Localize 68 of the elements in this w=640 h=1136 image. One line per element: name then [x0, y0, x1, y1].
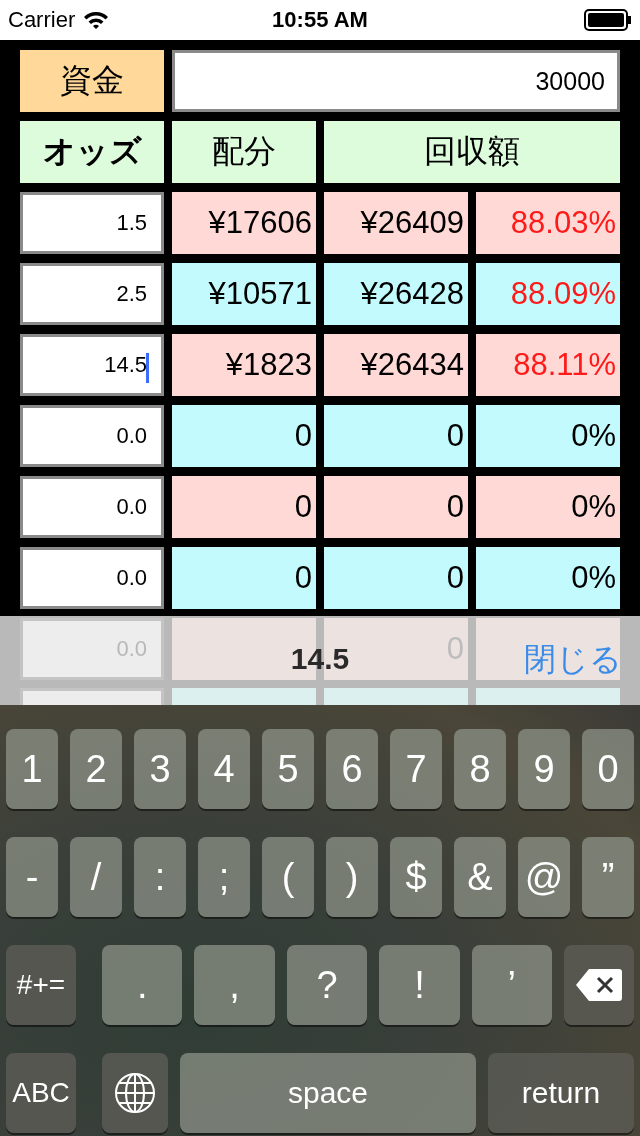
keyboard-key[interactable]: 4 — [198, 729, 250, 809]
keyboard-key[interactable]: 8 — [454, 729, 506, 809]
keyboard-key[interactable]: $ — [390, 837, 442, 917]
keyboard-key[interactable]: 6 — [326, 729, 378, 809]
keyboard-key[interactable]: ” — [582, 837, 634, 917]
column-header: 配分 — [172, 121, 316, 183]
keyboard-key[interactable]: 9 — [518, 729, 570, 809]
keyboard-key[interactable]: - — [6, 837, 58, 917]
share-cell: ¥17606 — [172, 192, 316, 254]
keyboard-key[interactable]: 0 — [582, 729, 634, 809]
funds-input-field[interactable]: 30000 — [172, 50, 620, 112]
keyboard-key[interactable]: ’ — [471, 945, 553, 1025]
mode-key[interactable]: #+= — [6, 945, 76, 1025]
keyboard-key[interactable]: . — [102, 945, 183, 1025]
return-cell: 0 — [324, 547, 468, 609]
return-cell: 0 — [324, 405, 468, 467]
backspace-icon — [575, 968, 624, 1002]
keyboard-key[interactable]: 5 — [262, 729, 314, 809]
return-cell: ¥26409 — [324, 192, 468, 254]
mode-key[interactable]: ABC — [6, 1053, 76, 1133]
keyboard-key[interactable]: @ — [518, 837, 570, 917]
wifi-icon — [83, 10, 110, 30]
keyboard-key[interactable]: ? — [286, 945, 368, 1025]
delete-key[interactable] — [564, 945, 635, 1025]
keyboard-key[interactable]: ) — [326, 837, 378, 917]
keyboard-key[interactable]: & — [454, 837, 506, 917]
keyboard-key[interactable]: 7 — [390, 729, 442, 809]
globe-icon — [114, 1072, 156, 1114]
rate-cell: 88.11% — [476, 334, 620, 396]
battery-icon — [584, 9, 632, 31]
column-header: 回収額 — [324, 121, 620, 183]
rate-cell: 0% — [476, 476, 620, 538]
globe-key[interactable] — [102, 1053, 168, 1133]
keyboard-key[interactable]: / — [70, 837, 122, 917]
clock-time: 10:55 AM — [272, 7, 368, 33]
odds-input-field[interactable]: 0.0 — [20, 476, 164, 538]
keyboard-key[interactable]: ! — [379, 945, 460, 1025]
current-value: 14.5 — [290, 642, 350, 676]
share-cell: 0 — [172, 476, 316, 538]
rate-cell: 88.03% — [476, 192, 620, 254]
odds-input-field[interactable]: 0.0 — [20, 547, 164, 609]
odds-input-field[interactable]: 1.5 — [20, 192, 164, 254]
rate-cell: 0% — [476, 547, 620, 609]
rate-cell: 0% — [476, 405, 620, 467]
close-button[interactable]: 閉じる — [524, 638, 622, 682]
keyboard-key[interactable]: : — [134, 837, 186, 917]
share-cell: ¥1823 — [172, 334, 316, 396]
keyboard-key[interactable]: 2 — [70, 729, 122, 809]
share-cell: ¥10571 — [172, 263, 316, 325]
keyboard-key[interactable]: 3 — [134, 729, 186, 809]
keyboard-key[interactable]: ; — [198, 837, 250, 917]
funds-label: 資金 — [20, 50, 164, 112]
odds-input-field[interactable]: 14.5 — [20, 334, 164, 396]
return-cell: ¥26428 — [324, 263, 468, 325]
odds-input-field[interactable]: 2.5 — [20, 263, 164, 325]
share-cell: 0 — [172, 405, 316, 467]
odds-input-field[interactable]: 0.0 — [20, 405, 164, 467]
column-header: オッズ — [20, 121, 164, 183]
keyboard-key[interactable]: ( — [262, 837, 314, 917]
carrier-name: Carrier — [8, 7, 76, 33]
return-key[interactable]: return — [488, 1053, 634, 1133]
rate-cell: 88.09% — [476, 263, 620, 325]
return-cell: 0 — [324, 476, 468, 538]
return-cell: ¥26434 — [324, 334, 468, 396]
keyboard-key[interactable]: 1 — [6, 729, 58, 809]
space-key[interactable]: space — [180, 1053, 476, 1133]
share-cell: 0 — [172, 547, 316, 609]
keyboard-key[interactable]: , — [194, 945, 275, 1025]
